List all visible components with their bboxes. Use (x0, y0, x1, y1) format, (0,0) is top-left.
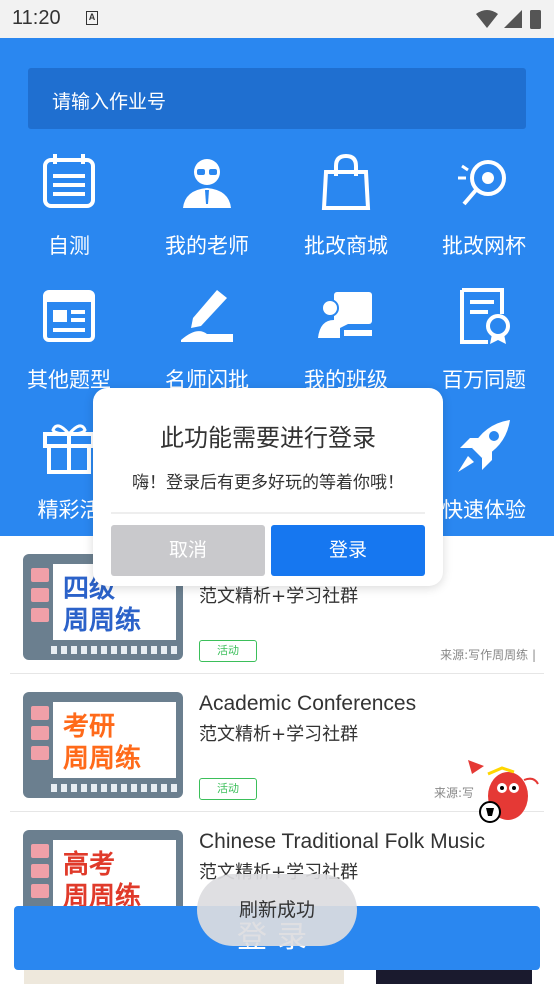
teacher-icon (183, 159, 231, 208)
battery-icon (530, 10, 541, 29)
browser-window-icon (43, 290, 95, 342)
grid-item-my-teacher[interactable]: 我的老师 (138, 152, 276, 260)
wifi-icon (476, 10, 498, 28)
grid-label: 批改网杯 (442, 234, 526, 258)
card-subtitle: 范文精析+学习社群 (199, 724, 359, 745)
activity-tag: 活动 (199, 640, 257, 662)
gift-icon (43, 424, 95, 474)
search-placeholder: 请输入作业号 (52, 91, 167, 113)
course-thumbnail: 考研 周周练 (23, 692, 183, 798)
certificate-icon (460, 288, 510, 344)
login-button[interactable]: 登录 (271, 525, 425, 576)
status-time: 11:20 (12, 7, 61, 29)
login-required-dialog: 此功能需要进行登录 嗨！登录后有更多好玩的等着你哦！ 取消 登录 (93, 388, 443, 586)
grid-item-correction-cup[interactable]: 批改网杯 (415, 152, 553, 260)
dialog-title: 此功能需要进行登录 (160, 424, 376, 452)
shopping-bag-icon (321, 153, 371, 210)
dialog-message: 嗨！登录后有更多好玩的等着你哦！ (132, 473, 404, 493)
bottom-strip (0, 970, 554, 984)
grid-item-correction-mall[interactable]: 批改商城 (277, 152, 415, 260)
status-icons (476, 10, 541, 29)
grid-label: 自测 (48, 234, 90, 258)
card-title: Chinese Traditional Folk Music (199, 830, 485, 853)
trophy-icon (458, 160, 506, 206)
grid-item-famous-teacher[interactable]: 名师闪批 (138, 286, 276, 394)
grid-item-self-test[interactable]: 自测 (0, 152, 138, 260)
card-source: 来源:写作周周练 | (440, 648, 536, 662)
grid-item-million-questions[interactable]: 百万同题 (415, 286, 553, 394)
grid-label: 批改商城 (304, 234, 388, 258)
mascot-icon[interactable] (462, 756, 542, 830)
sim-card-icon: A (86, 11, 98, 25)
classroom-icon (318, 292, 372, 338)
dialog-divider (111, 512, 425, 514)
signal-icon (504, 10, 522, 28)
refresh-toast: 刷新成功 (197, 874, 357, 946)
homework-search-input[interactable]: 请输入作业号 (28, 68, 526, 129)
pencil-write-icon (181, 290, 233, 342)
thumb-line2: 周周练 (63, 606, 142, 636)
grid-label: 我的老师 (165, 234, 249, 258)
grid-item-other-types[interactable]: 其他题型 (0, 286, 138, 394)
activity-tag: 活动 (199, 778, 257, 800)
status-bar: 11:20 A (0, 0, 554, 38)
card-title: Academic Conferences (199, 692, 417, 715)
notebook-icon (43, 154, 95, 208)
grid-item-my-class[interactable]: 我的班级 (277, 286, 415, 394)
rocket-icon (458, 420, 510, 472)
cancel-button[interactable]: 取消 (111, 525, 265, 576)
thumb-line2: 周周练 (63, 744, 142, 774)
